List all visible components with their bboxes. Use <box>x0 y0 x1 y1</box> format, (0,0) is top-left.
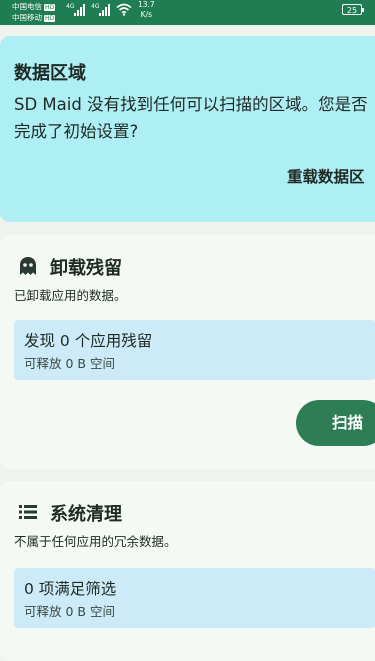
signal-icon <box>74 4 88 16</box>
data-areas-message: SD Maid 没有找到任何可以扫描的区域。您是否完成了初始设置? <box>14 95 368 141</box>
signal-icon <box>99 4 113 16</box>
system-cleaner-result-main: 0 项满足筛选 <box>24 580 117 598</box>
status-bar: 中国电信 HD 中国移动 HD 4G 4G 13.7 K/s 25 <box>0 0 375 25</box>
carrier-1: 中国电信 <box>12 2 42 11</box>
reload-data-areas-button[interactable]: 重载数据区 <box>287 165 365 187</box>
corpse-finder-result-sub: 可释放 0 B 空间 <box>24 356 115 371</box>
carrier-2: 中国移动 <box>12 13 42 22</box>
data-areas-card: 数据区域 SD Maid 没有找到任何可以扫描的区域。您是否完成了初始设置? 重… <box>0 36 375 222</box>
hd-badge: HD <box>44 14 56 22</box>
scan-button[interactable]: 扫描 <box>296 400 375 446</box>
corpse-finder-result: 发现 0 个应用残留 可释放 0 B 空间 <box>14 320 375 380</box>
data-areas-title: 数据区域 <box>14 63 86 84</box>
corpse-finder-title: 卸载残留 <box>50 258 122 279</box>
system-cleaner-title: 系统清理 <box>50 504 122 525</box>
network-speed: 13.7 K/s <box>138 0 155 20</box>
list-icon <box>19 505 37 519</box>
wifi-icon <box>116 3 132 16</box>
system-cleaner-card: 系统清理 不属于任何应用的冗余数据。 0 项满足筛选 可释放 0 B 空间 <box>0 481 375 661</box>
carrier-info: 中国电信 HD 中国移动 HD <box>12 1 56 23</box>
speed-value: 13.7 <box>138 0 155 9</box>
speed-unit: K/s <box>140 10 153 19</box>
system-cleaner-result-sub: 可释放 0 B 空间 <box>24 604 115 619</box>
corpse-finder-description: 已卸载应用的数据。 <box>14 288 127 303</box>
corpse-finder-result-main: 发现 0 个应用残留 <box>24 332 153 350</box>
ghost-icon <box>20 257 36 275</box>
corpse-finder-card: 卸载残留 已卸载应用的数据。 发现 0 个应用残留 可释放 0 B 空间 扫描 <box>0 235 375 469</box>
battery-icon: 25 <box>342 4 364 15</box>
hd-badge: HD <box>44 3 56 11</box>
system-cleaner-result: 0 项满足筛选 可释放 0 B 空间 <box>14 568 375 628</box>
battery-level: 25 <box>346 6 358 15</box>
system-cleaner-description: 不属于任何应用的冗余数据。 <box>14 534 177 549</box>
